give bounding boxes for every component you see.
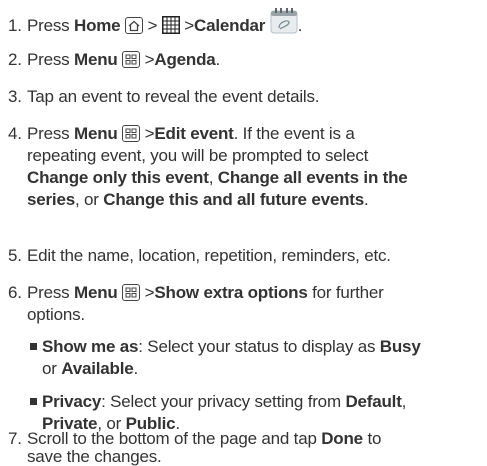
step-7: 7. Scroll to the bottom of the page and t…: [8, 429, 382, 466]
bullet-icon: [30, 343, 37, 350]
step-4: 4. Press Menu >Edit event. If the event i…: [8, 124, 408, 209]
step-1: 1. Press Home > >Calendar .: [8, 8, 486, 40]
calendar-app-icon: [270, 8, 298, 40]
instructions-page: 1. Press Home > >Calendar . 2. Press Men…: [0, 0, 487, 466]
menu-key-icon: [122, 51, 141, 68]
home-key-icon: [124, 17, 143, 34]
bullet-icon: [30, 398, 37, 405]
menu-key-icon: [122, 125, 141, 142]
subitem-show-me-as: Show me as: Select your status to displa…: [30, 336, 486, 380]
menu-key-icon: [122, 284, 141, 301]
step-5: 5. Edit the name, location, repetition, r…: [8, 246, 391, 265]
apps-grid-icon: [161, 16, 180, 40]
step-6: 6. Press Menu >Show extra options for fur…: [8, 283, 384, 324]
step-2: 2. Press Menu >Agenda.: [8, 50, 221, 69]
step-3: 3. Tap an event to reveal the event detai…: [8, 87, 320, 106]
